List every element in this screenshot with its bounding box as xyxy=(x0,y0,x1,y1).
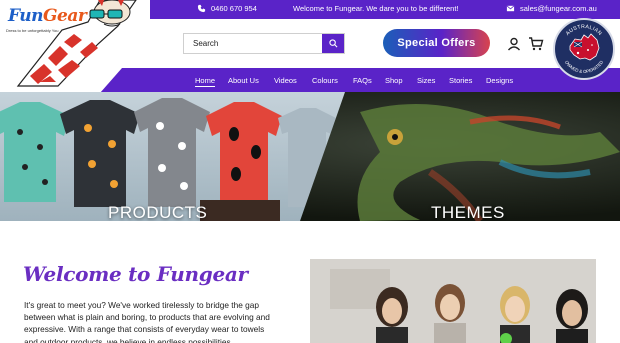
svg-text:OWNED & OPERATED: OWNED & OPERATED xyxy=(564,60,604,74)
nav-item-home[interactable]: Home xyxy=(195,76,216,87)
brand-name: FunGear xyxy=(8,6,87,26)
topbar-welcome: Welcome to Fungear. We dare you to be di… xyxy=(293,4,459,13)
shirts-image xyxy=(0,98,336,221)
search-input[interactable] xyxy=(184,34,323,53)
brand-tagline: Dress to be unforgettably You xyxy=(6,28,59,33)
email-address: sales@fungear.com.au xyxy=(520,4,597,13)
mail-icon xyxy=(506,5,515,12)
nav-item-colours[interactable]: Colours xyxy=(312,76,338,85)
main-navigation: Home About Us Videos Colours FAQs Shop S… xyxy=(100,68,620,93)
nav-item-shop[interactable]: Shop xyxy=(385,76,403,85)
search-bar xyxy=(183,33,345,54)
phone-icon xyxy=(197,4,206,13)
account-button[interactable] xyxy=(506,36,522,52)
nav-item-faqs[interactable]: FAQs xyxy=(353,76,372,85)
brand-name-fun: Fun xyxy=(8,6,44,26)
search-icon xyxy=(328,39,337,48)
themes-label[interactable]: THEMES xyxy=(431,203,505,221)
topbar-email[interactable]: sales@fungear.com.au xyxy=(506,4,597,13)
nav-item-videos[interactable]: Videos xyxy=(274,76,297,85)
special-offers-button[interactable]: Special Offers xyxy=(383,29,490,57)
nav-item-about-us[interactable]: About Us xyxy=(228,76,259,85)
team-photo-image xyxy=(310,259,596,343)
welcome-heading: Welcome to Fungear xyxy=(23,262,248,286)
user-icon xyxy=(507,37,521,51)
nav-item-stories[interactable]: Stories xyxy=(449,76,472,85)
hero-banner: PRODUCTS THEMES xyxy=(0,92,620,221)
nav-item-sizes[interactable]: Sizes xyxy=(417,76,435,85)
products-label[interactable]: PRODUCTS xyxy=(108,203,207,221)
team-photo xyxy=(310,259,596,343)
welcome-message: Welcome to Fungear. We dare you to be di… xyxy=(293,4,459,13)
badge-text-bottom: OWNED & OPERATED xyxy=(564,60,604,74)
top-info-bar: 0460 670 954 Welcome to Fungear. We dare… xyxy=(150,0,620,19)
search-button[interactable] xyxy=(322,34,344,53)
australia-map-icon: AUSTRALIAN OWNED & OPERATED xyxy=(564,24,604,74)
phone-number: 0460 670 954 xyxy=(211,4,257,13)
topbar-phone[interactable]: 0460 670 954 xyxy=(197,4,257,13)
welcome-paragraph: It's great to meet you? We've worked tir… xyxy=(24,300,270,343)
cart-button[interactable] xyxy=(527,36,545,52)
nav-item-designs[interactable]: Designs xyxy=(486,76,513,85)
cart-icon xyxy=(529,37,544,51)
australian-owned-badge: AUSTRALIAN OWNED & OPERATED xyxy=(553,18,615,80)
brand-name-gear: Gear xyxy=(43,6,87,26)
